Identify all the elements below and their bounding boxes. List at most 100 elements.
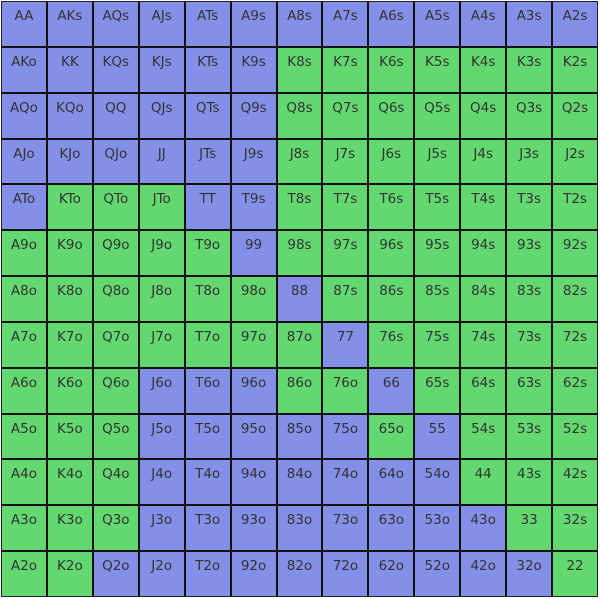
hand-cell-TT[interactable]: TT [185, 185, 230, 230]
hand-cell-72s[interactable]: 72s [553, 322, 597, 367]
hand-cell-A2s[interactable]: A2s [553, 2, 597, 46]
hand-cell-J8s[interactable]: J8s [277, 139, 322, 184]
hand-cell-32o[interactable]: 32o [507, 552, 552, 596]
hand-cell-QJo[interactable]: QJo [93, 139, 138, 184]
hand-cell-A8o[interactable]: A8o [2, 277, 46, 321]
hand-cell-AA[interactable]: AA [2, 2, 46, 46]
hand-cell-Q7s[interactable]: Q7s [323, 93, 368, 138]
hand-cell-ATs[interactable]: ATs [185, 2, 230, 46]
hand-cell-T6o[interactable]: T6o [185, 368, 230, 413]
hand-cell-52o[interactable]: 52o [415, 552, 460, 596]
hand-cell-J2s[interactable]: J2s [553, 139, 597, 184]
hand-cell-84o[interactable]: 84o [277, 460, 322, 505]
hand-cell-Q3s[interactable]: Q3s [507, 93, 552, 138]
hand-cell-Q9o[interactable]: Q9o [93, 231, 138, 276]
hand-cell-T3o[interactable]: T3o [185, 506, 230, 551]
hand-cell-Q5o[interactable]: Q5o [93, 414, 138, 459]
hand-cell-93s[interactable]: 93s [507, 231, 552, 276]
hand-cell-93o[interactable]: 93o [231, 506, 276, 551]
hand-cell-Q8s[interactable]: Q8s [277, 93, 322, 138]
hand-cell-K9s[interactable]: K9s [231, 47, 276, 92]
hand-cell-88[interactable]: 88 [277, 277, 322, 321]
hand-cell-K9o[interactable]: K9o [47, 231, 92, 276]
hand-cell-J9o[interactable]: J9o [139, 231, 184, 276]
hand-cell-KQs[interactable]: KQs [93, 47, 138, 92]
hand-cell-K7s[interactable]: K7s [323, 47, 368, 92]
hand-cell-JJ[interactable]: JJ [139, 139, 184, 184]
hand-cell-62s[interactable]: 62s [553, 368, 597, 413]
hand-cell-83s[interactable]: 83s [507, 277, 552, 321]
hand-cell-T4o[interactable]: T4o [185, 460, 230, 505]
hand-cell-98o[interactable]: 98o [231, 277, 276, 321]
hand-cell-J6s[interactable]: J6s [369, 139, 414, 184]
hand-cell-T7s[interactable]: T7s [323, 185, 368, 230]
hand-cell-KJs[interactable]: KJs [139, 47, 184, 92]
hand-cell-T8o[interactable]: T8o [185, 277, 230, 321]
hand-cell-85s[interactable]: 85s [415, 277, 460, 321]
hand-cell-A4s[interactable]: A4s [461, 2, 506, 46]
hand-cell-A4o[interactable]: A4o [2, 460, 46, 505]
hand-cell-KTo[interactable]: KTo [47, 185, 92, 230]
hand-cell-43o[interactable]: 43o [461, 506, 506, 551]
hand-cell-A7s[interactable]: A7s [323, 2, 368, 46]
hand-cell-72o[interactable]: 72o [323, 552, 368, 596]
hand-cell-KQo[interactable]: KQo [47, 93, 92, 138]
hand-cell-Q9s[interactable]: Q9s [231, 93, 276, 138]
hand-cell-64s[interactable]: 64s [461, 368, 506, 413]
hand-cell-96s[interactable]: 96s [369, 231, 414, 276]
hand-cell-J7o[interactable]: J7o [139, 322, 184, 367]
hand-cell-64o[interactable]: 64o [369, 460, 414, 505]
hand-cell-J2o[interactable]: J2o [139, 552, 184, 596]
hand-cell-T7o[interactable]: T7o [185, 322, 230, 367]
hand-cell-62o[interactable]: 62o [369, 552, 414, 596]
hand-cell-K3s[interactable]: K3s [507, 47, 552, 92]
hand-cell-T2s[interactable]: T2s [553, 185, 597, 230]
hand-cell-82s[interactable]: 82s [553, 277, 597, 321]
hand-cell-99[interactable]: 99 [231, 231, 276, 276]
hand-cell-54o[interactable]: 54o [415, 460, 460, 505]
hand-cell-Q2o[interactable]: Q2o [93, 552, 138, 596]
hand-cell-53o[interactable]: 53o [415, 506, 460, 551]
hand-cell-75o[interactable]: 75o [323, 414, 368, 459]
hand-cell-73s[interactable]: 73s [507, 322, 552, 367]
hand-cell-55[interactable]: 55 [415, 414, 460, 459]
hand-cell-A5o[interactable]: A5o [2, 414, 46, 459]
hand-cell-87o[interactable]: 87o [277, 322, 322, 367]
hand-cell-A6s[interactable]: A6s [369, 2, 414, 46]
hand-cell-A9o[interactable]: A9o [2, 231, 46, 276]
hand-cell-44[interactable]: 44 [461, 460, 506, 505]
hand-cell-95s[interactable]: 95s [415, 231, 460, 276]
hand-cell-K4s[interactable]: K4s [461, 47, 506, 92]
hand-cell-AKo[interactable]: AKo [2, 47, 46, 92]
hand-cell-KK[interactable]: KK [47, 47, 92, 92]
hand-cell-92o[interactable]: 92o [231, 552, 276, 596]
hand-cell-75s[interactable]: 75s [415, 322, 460, 367]
hand-cell-T9s[interactable]: T9s [231, 185, 276, 230]
hand-cell-94o[interactable]: 94o [231, 460, 276, 505]
hand-cell-42o[interactable]: 42o [461, 552, 506, 596]
hand-cell-96o[interactable]: 96o [231, 368, 276, 413]
hand-cell-K7o[interactable]: K7o [47, 322, 92, 367]
hand-cell-K5o[interactable]: K5o [47, 414, 92, 459]
hand-cell-A7o[interactable]: A7o [2, 322, 46, 367]
hand-cell-T8s[interactable]: T8s [277, 185, 322, 230]
hand-cell-63o[interactable]: 63o [369, 506, 414, 551]
hand-cell-A3s[interactable]: A3s [507, 2, 552, 46]
hand-cell-T2o[interactable]: T2o [185, 552, 230, 596]
hand-cell-Q4o[interactable]: Q4o [93, 460, 138, 505]
hand-cell-76s[interactable]: 76s [369, 322, 414, 367]
hand-cell-97o[interactable]: 97o [231, 322, 276, 367]
hand-cell-Q8o[interactable]: Q8o [93, 277, 138, 321]
hand-cell-92s[interactable]: 92s [553, 231, 597, 276]
hand-cell-AJo[interactable]: AJo [2, 139, 46, 184]
hand-cell-K2s[interactable]: K2s [553, 47, 597, 92]
hand-cell-J3o[interactable]: J3o [139, 506, 184, 551]
hand-cell-74s[interactable]: 74s [461, 322, 506, 367]
hand-cell-76o[interactable]: 76o [323, 368, 368, 413]
hand-cell-T4s[interactable]: T4s [461, 185, 506, 230]
hand-cell-94s[interactable]: 94s [461, 231, 506, 276]
hand-cell-86o[interactable]: 86o [277, 368, 322, 413]
hand-cell-43s[interactable]: 43s [507, 460, 552, 505]
hand-cell-ATo[interactable]: ATo [2, 185, 46, 230]
hand-cell-J9s[interactable]: J9s [231, 139, 276, 184]
